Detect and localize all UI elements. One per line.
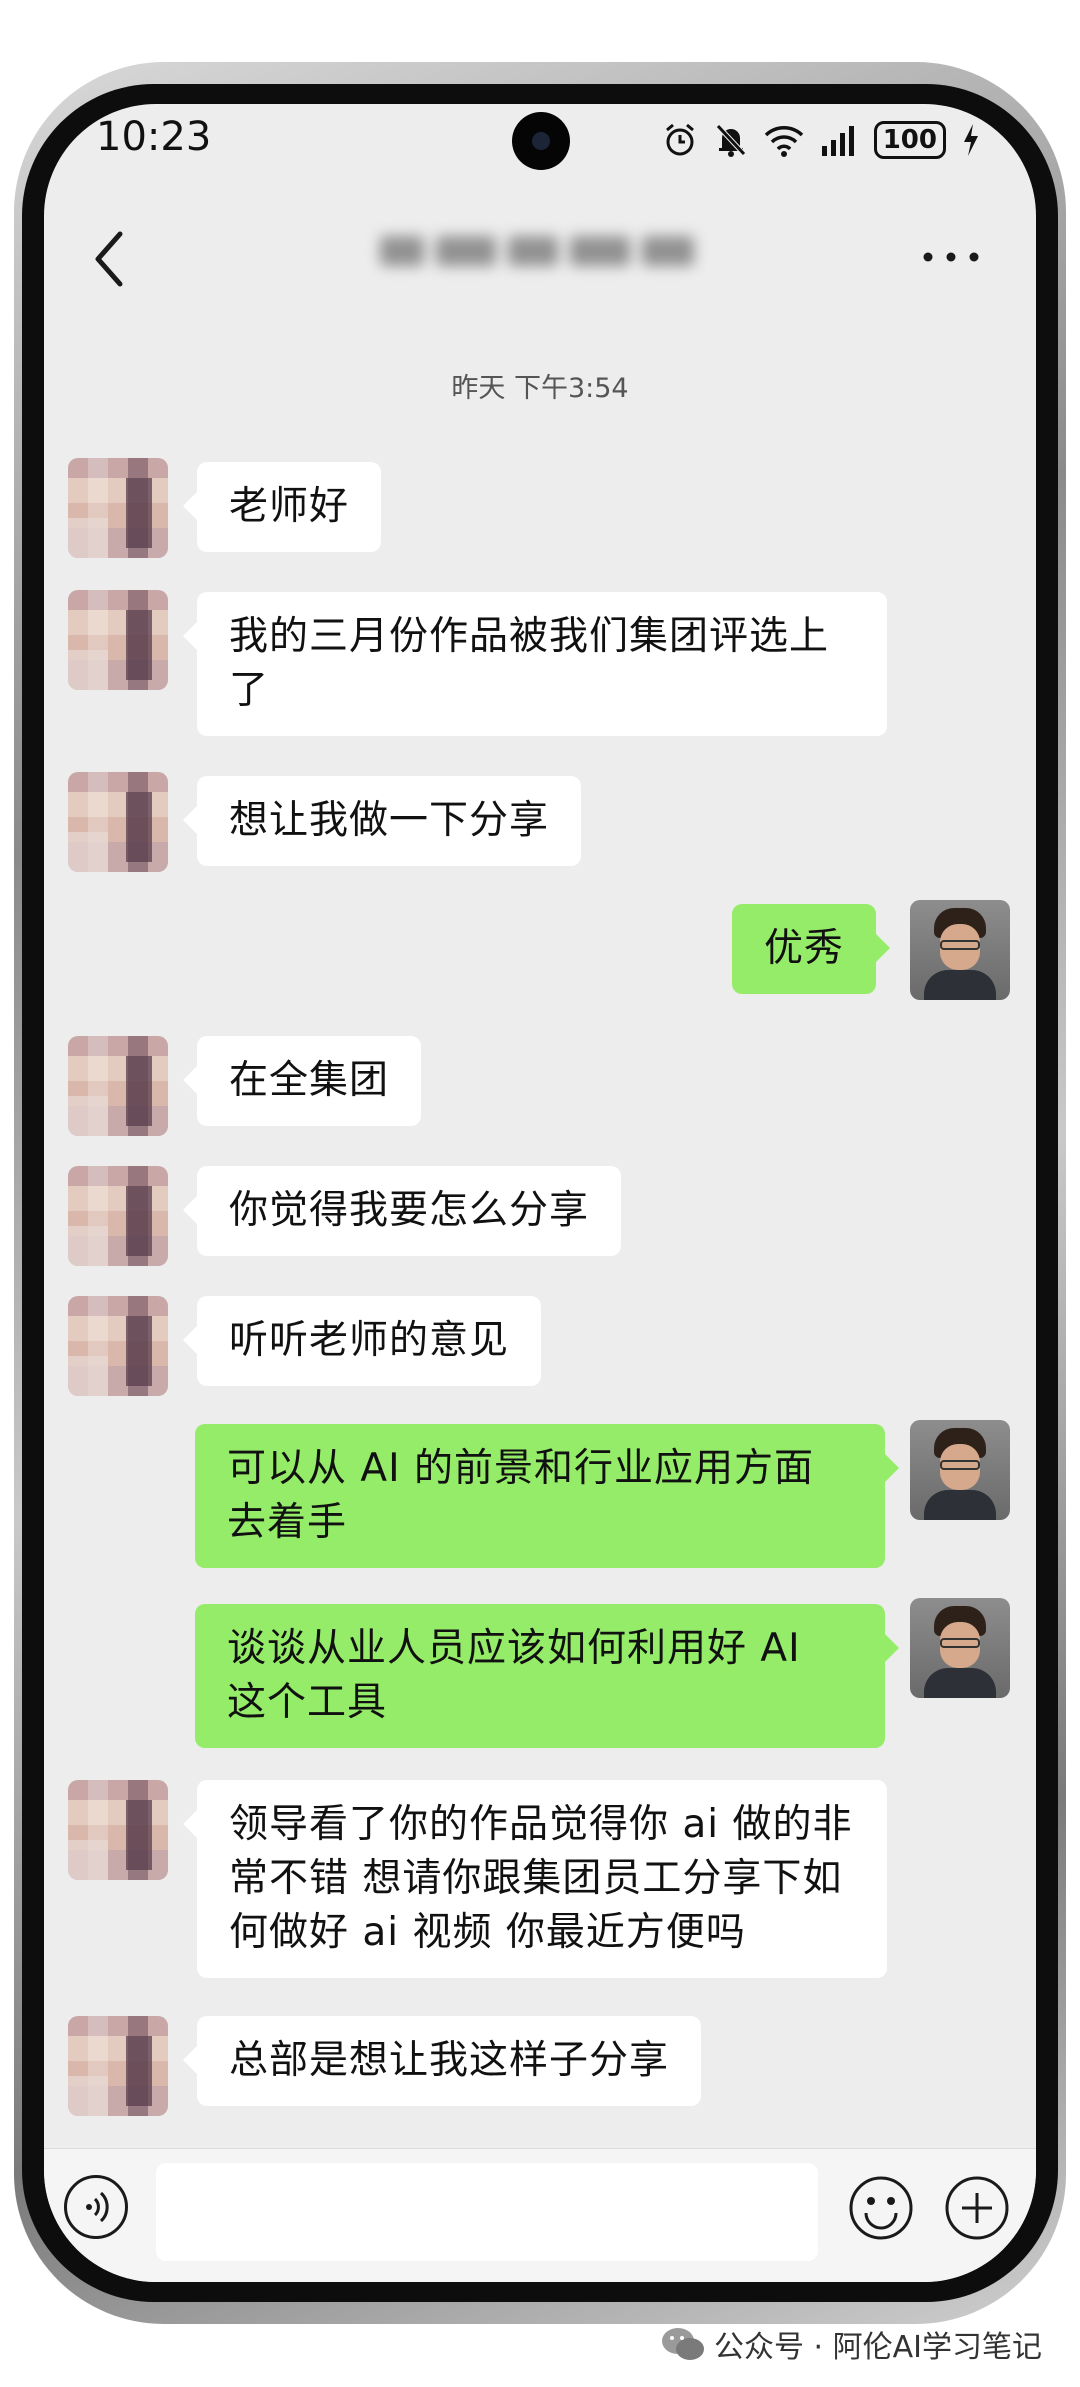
contact-avatar[interactable] bbox=[68, 1296, 168, 1396]
input-bar bbox=[44, 2148, 1036, 2282]
message-bubble-in[interactable]: 我的三月份作品被我们集团评选上了 bbox=[183, 592, 887, 736]
charging-icon bbox=[964, 124, 978, 156]
more-icon[interactable] bbox=[916, 232, 986, 282]
mute-icon bbox=[715, 124, 746, 157]
voice-icon bbox=[86, 2191, 109, 2223]
plus-icon[interactable] bbox=[944, 2175, 1010, 2241]
message-bubble-in[interactable]: 在全集团 bbox=[182, 1036, 422, 1126]
message-bubble-in[interactable]: 你觉得我要怎么分享 bbox=[182, 1166, 622, 1256]
signal-icon bbox=[821, 126, 854, 156]
watermark-text: 公众号 · 阿伦AI学习笔记 bbox=[714, 2330, 1042, 2365]
message-bubble-in[interactable]: 想让我做一下分享 bbox=[182, 776, 582, 866]
voice-button[interactable] bbox=[64, 2175, 128, 2239]
message-bubble-in[interactable]: 总部是想让我这样子分享 bbox=[182, 2016, 702, 2106]
my-avatar[interactable] bbox=[910, 1420, 1010, 1520]
contact-avatar[interactable] bbox=[68, 1036, 168, 1136]
wifi-icon bbox=[764, 126, 803, 157]
message-bubble-in[interactable]: 老师好 bbox=[182, 462, 382, 552]
my-avatar[interactable] bbox=[910, 1598, 1010, 1698]
contact-avatar[interactable] bbox=[68, 458, 168, 558]
emoji-icon[interactable] bbox=[848, 2175, 914, 2241]
contact-avatar[interactable] bbox=[68, 1780, 168, 1880]
contact-avatar[interactable] bbox=[68, 2016, 168, 2116]
contact-avatar[interactable] bbox=[68, 772, 168, 872]
message-bubble-out[interactable]: 可以从 AI 的前景和行业应用方面去着手 bbox=[195, 1424, 899, 1568]
front-camera bbox=[512, 112, 570, 170]
chat-title-blurred bbox=[380, 222, 700, 282]
battery-indicator: 100 bbox=[873, 121, 946, 159]
status-icons: 100 bbox=[662, 118, 980, 162]
message-bubble-out[interactable]: 谈谈从业人员应该如何利用好 AI 这个工具 bbox=[195, 1604, 899, 1748]
back-icon[interactable] bbox=[80, 224, 140, 294]
watermark: 公众号 · 阿伦AI学习笔记 bbox=[660, 2322, 1042, 2366]
message-input[interactable] bbox=[156, 2163, 818, 2261]
chat-screen: 10:23 100 昨天 下午3:54 老师好 我的三月份作品被我们集团评选上了… bbox=[44, 104, 1036, 2282]
contact-avatar[interactable] bbox=[68, 1166, 168, 1266]
message-timestamp: 昨天 下午3:54 bbox=[451, 373, 629, 404]
message-bubble-in[interactable]: 听听老师的意见 bbox=[182, 1296, 542, 1386]
status-time: 10:23 bbox=[96, 114, 212, 160]
alarm-icon bbox=[665, 123, 694, 156]
message-bubble-in[interactable]: 领导看了你的作品觉得你 ai 做的非常不错 想请你跟集团员工分享下如何做好 ai… bbox=[183, 1780, 887, 1978]
message-bubble-out[interactable]: 优秀 bbox=[731, 904, 891, 994]
wechat-icon bbox=[662, 2328, 704, 2360]
my-avatar[interactable] bbox=[910, 900, 1010, 1000]
contact-avatar[interactable] bbox=[68, 590, 168, 690]
